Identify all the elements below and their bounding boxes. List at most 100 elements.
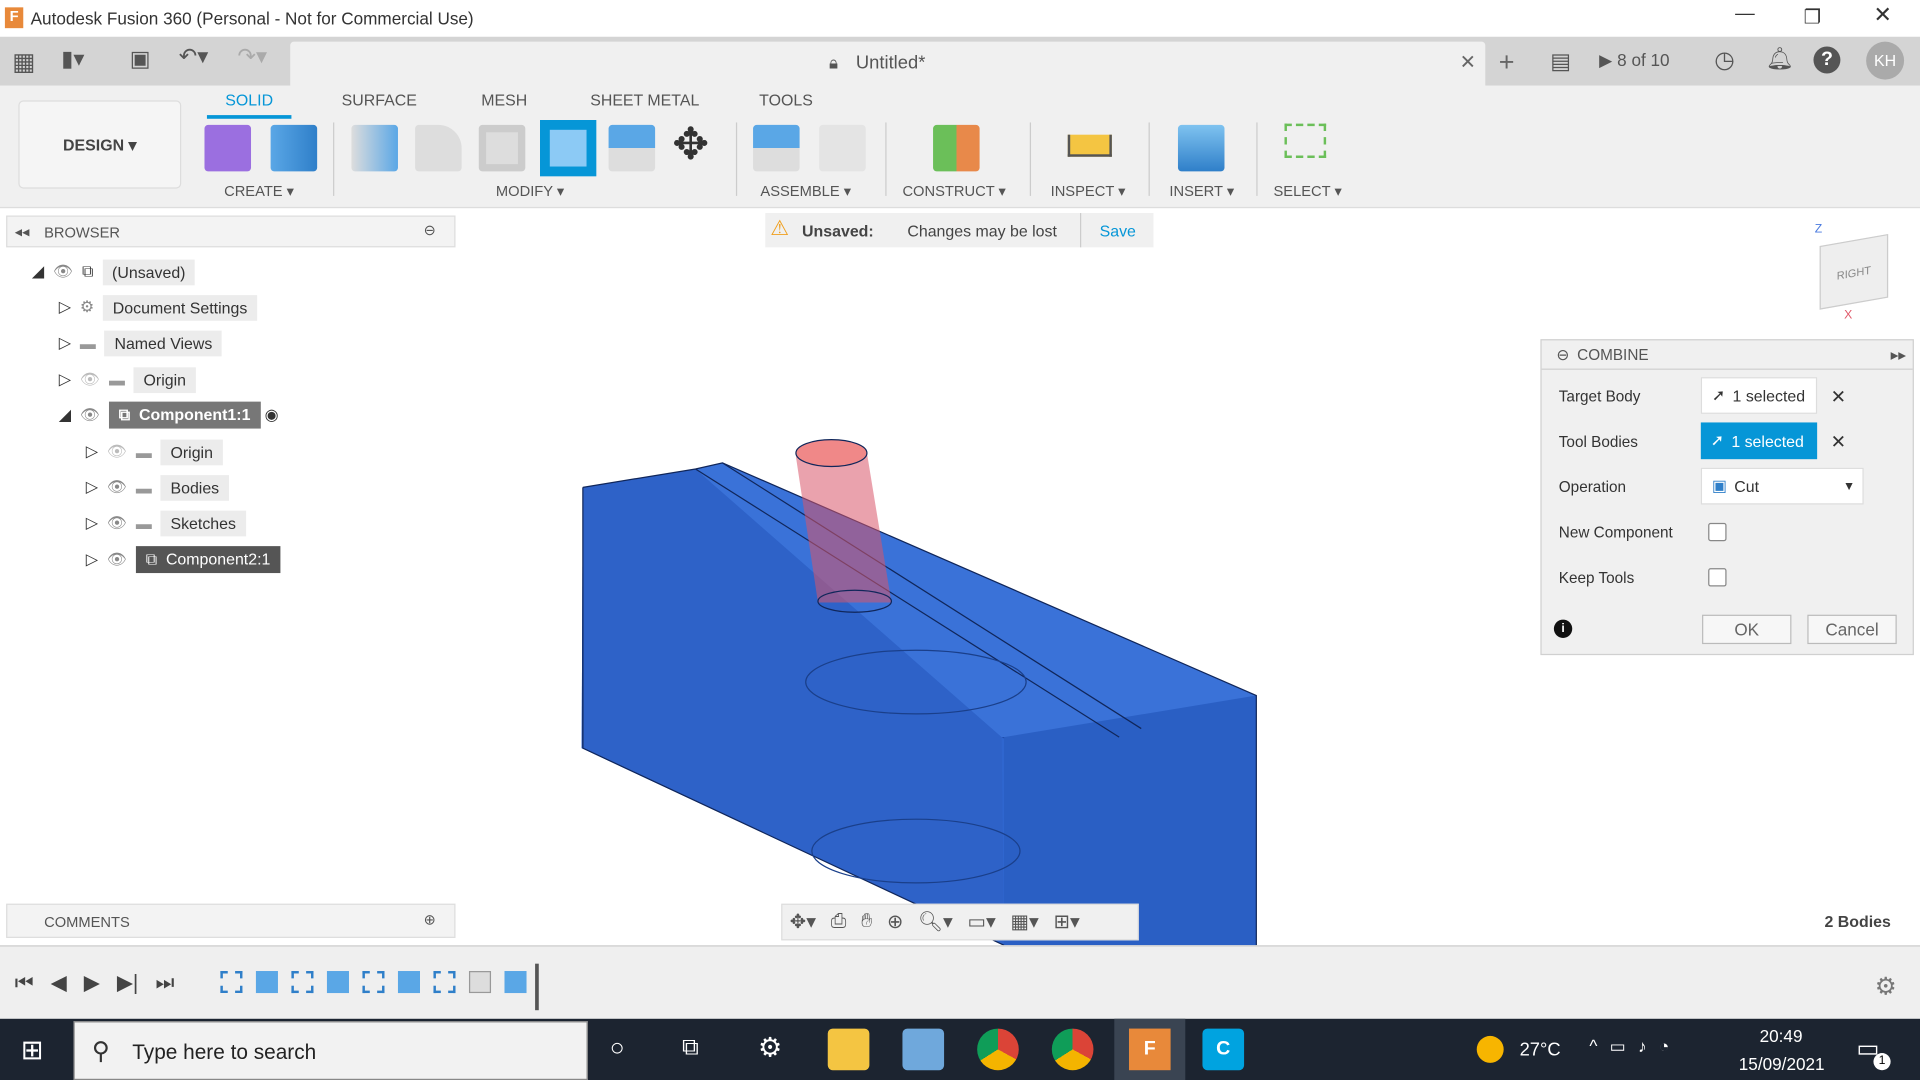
taskbar-search[interactable]: ⚲ Type here to search [73,1021,588,1080]
collapsed-triangle-icon[interactable]: ▷ [59,333,71,353]
tree-item-origin[interactable]: ▷ 👁︎ ▬ Origin [59,365,196,394]
eye-icon[interactable]: 👁︎ [80,405,100,425]
timeline-extrude-icon[interactable] [397,971,421,994]
tree-item-origin-sub[interactable]: ▷ 👁︎ ▬ Origin [86,437,223,466]
window-select-icon[interactable] [1284,123,1327,158]
undo-icon[interactable]: ↶▾ [179,44,209,70]
save-link[interactable]: Save [1100,222,1136,240]
collapsed-triangle-icon[interactable]: ▷ [59,370,71,390]
timeline-extrude-icon[interactable] [255,971,278,994]
fit-icon[interactable]: 🔍︎▾ [918,910,953,934]
keep-tools-checkbox[interactable] [1708,568,1727,587]
offset-face-icon[interactable] [608,124,656,172]
new-component-icon[interactable] [204,124,252,172]
timeline-component-icon[interactable] [468,971,492,994]
construct-menu[interactable]: CONSTRUCT ▾ [902,182,1005,199]
eye-hidden-icon[interactable]: 👁︎ [80,370,100,390]
eye-icon[interactable]: 👁︎ [53,262,73,282]
cortana-icon[interactable]: ○ [610,1035,625,1063]
measure-icon[interactable] [1067,134,1112,157]
collapsed-triangle-icon[interactable]: ▷ [86,513,98,533]
extrude-icon[interactable] [270,124,318,172]
tree-item-sketches[interactable]: ▷ 👁︎ ▬ Sketches [86,508,246,537]
add-comment-icon[interactable]: ⊕ [424,911,436,928]
timeline-settings-gear-icon[interactable]: ⚙ [1875,971,1897,1002]
tree-item-component2[interactable]: ▷ 👁︎ ⧉ Component2:1 [86,545,281,574]
tab-surface[interactable]: SURFACE [342,91,417,109]
modify-menu[interactable]: MODIFY ▾ [496,182,564,199]
next-step-icon[interactable]: ▶| [117,971,138,995]
weather-temp[interactable]: 27°C [1520,1040,1561,1061]
inspect-menu[interactable]: INSPECT ▾ [1051,182,1126,199]
chrome-icon[interactable] [977,1028,1019,1071]
tab-sheet-metal[interactable]: SHEET METAL [590,91,699,109]
clock-time[interactable]: 20:49 [1760,1026,1803,1046]
timeline-sketch-icon[interactable] [291,971,314,994]
display-settings-icon[interactable]: ▭▾ [968,910,996,934]
new-tab-icon[interactable]: + [1499,47,1515,79]
look-at-icon[interactable]: ⎙ [831,911,847,933]
timeline-sketch-icon[interactable] [220,971,243,994]
new-component-checkbox[interactable] [1708,522,1727,542]
timeline-sketch-icon[interactable] [433,971,456,994]
collapsed-triangle-icon[interactable]: ▷ [86,550,98,570]
target-body-selector[interactable]: ➚ 1 selected [1700,377,1818,414]
create-menu[interactable]: CREATE ▾ [224,182,294,199]
grid-icon[interactable]: ▦▾ [1011,910,1039,934]
clear-tools-icon[interactable]: ✕ [1831,431,1846,453]
press-pull-icon[interactable] [351,124,398,172]
viewports-icon[interactable]: ⊞▾ [1054,910,1080,934]
last-step-icon[interactable]: ⏭ [155,971,174,995]
play-icon[interactable]: ▶ [84,971,100,995]
tree-item-document-settings[interactable]: ▷ ⚙ Document Settings [59,293,258,322]
eye-icon[interactable]: 👁︎ [107,478,127,498]
timeline-marker[interactable] [535,963,539,1011]
minimize-button[interactable]: — [1735,4,1755,26]
browser-options-icon[interactable]: ⊖ [424,222,436,239]
task-view-icon[interactable]: ⧉ [682,1035,699,1062]
pan-icon[interactable]: ✋︎ [861,911,872,933]
tab-solid[interactable]: SOLID [225,91,273,109]
eye-hidden-icon[interactable]: 👁︎ [107,442,127,462]
eye-icon[interactable]: 👁︎ [107,513,127,533]
timeline-extrude-icon[interactable] [326,971,349,994]
timeline-sketch-icon[interactable] [362,971,385,994]
winrar-icon[interactable] [902,1028,945,1071]
app-grid-icon[interactable]: ▦ [12,47,35,78]
clear-target-icon[interactable]: ✕ [1831,386,1846,408]
tree-item-named-views[interactable]: ▷ ▬ Named Views [59,328,223,357]
cura-app-icon[interactable]: C [1202,1028,1245,1071]
select-menu[interactable]: SELECT ▾ [1273,182,1341,199]
windows-start-icon[interactable]: ⊞ [21,1035,44,1067]
info-icon[interactable]: i [1553,619,1573,638]
ok-button[interactable]: OK [1702,614,1792,645]
clock-icon[interactable]: ◷ [1714,47,1734,75]
close-window-button[interactable]: ✕ [1873,2,1891,28]
combine-icon[interactable] [540,120,597,177]
view-cube[interactable]: RIGHT [1819,233,1889,310]
previous-step-icon[interactable]: ◀ [51,971,67,995]
settings-app-icon[interactable]: ⚙ [758,1032,782,1064]
collapsed-triangle-icon[interactable]: ▷ [59,298,71,318]
collapse-dialog-icon[interactable]: ⊖ [1556,345,1569,364]
collapse-browser-icon[interactable]: ◂◂ [15,223,30,240]
timeline-extrude-icon[interactable] [504,971,527,994]
offset-plane-icon[interactable] [933,124,980,172]
help-icon[interactable]: ? [1813,46,1841,74]
chat-icon[interactable]: ▤ [1550,49,1571,75]
tree-item-component1[interactable]: ◢ 👁︎ ⧉ Component1:1 ◉ [59,400,279,429]
shell-icon[interactable] [478,124,526,172]
collapsed-triangle-icon[interactable]: ▷ [86,478,98,498]
insert-image-icon[interactable] [1177,124,1225,172]
assemble-menu[interactable]: ASSEMBLE ▾ [760,182,851,199]
expanded-triangle-icon[interactable]: ◢ [32,262,44,282]
system-tray-icons[interactable]: ^▭♪◔ [1589,1036,1681,1057]
orbit-icon[interactable]: ✥▾ [790,910,816,934]
workspace-switcher[interactable]: DESIGN ▾ [18,100,182,189]
collapsed-triangle-icon[interactable]: ▷ [86,442,98,462]
fusion-taskbar-button[interactable]: F [1114,1018,1186,1080]
job-status[interactable]: ▶ 8 of 10 [1599,50,1669,71]
document-tab[interactable]: 🔒︎ Untitled* ✕ [290,41,1486,86]
save-icon[interactable]: ▣ [130,47,151,73]
user-avatar[interactable]: KH [1866,41,1905,80]
